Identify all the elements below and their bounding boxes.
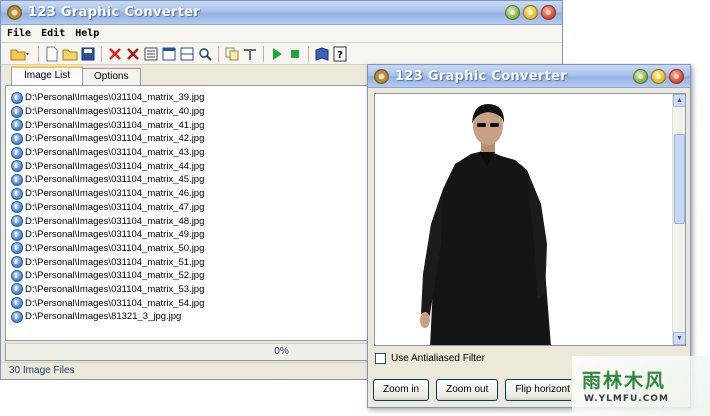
app-logo-icon <box>7 5 22 20</box>
help-icon[interactable]: ? <box>332 46 348 62</box>
file-path: D:\Personal\Images\031104_matrix_47.jpg <box>25 201 205 213</box>
menu-help[interactable]: Help <box>75 28 99 39</box>
file-path: D:\Personal\Images\031104_matrix_41.jpg <box>25 119 205 131</box>
preview-maximize-button[interactable] <box>651 69 666 84</box>
stop-icon[interactable] <box>287 46 303 62</box>
file-path: D:\Personal\Images\031104_matrix_50.jpg <box>25 242 205 254</box>
book-icon[interactable] <box>314 46 330 62</box>
image-file-icon <box>11 283 23 296</box>
file-path: D:\Personal\Images\031104_matrix_44.jpg <box>25 160 205 172</box>
tab-options[interactable]: Options <box>81 68 142 85</box>
file-path: D:\Personal\Images\81321_3_jpg.jpg <box>25 311 182 323</box>
file-path: D:\Personal\Images\031104_matrix_52.jpg <box>25 270 205 282</box>
play-icon[interactable] <box>269 46 285 62</box>
svg-text:?: ? <box>337 50 343 61</box>
image-preview: ▲ ▼ <box>374 93 686 346</box>
file-path: D:\Personal\Images\031104_matrix_45.jpg <box>25 174 205 186</box>
tools-icon[interactable] <box>242 46 258 62</box>
image-file-icon <box>11 187 23 200</box>
minimize-button[interactable] <box>505 5 520 20</box>
new-file-icon[interactable] <box>44 46 60 62</box>
zoom-icon[interactable] <box>197 46 213 62</box>
image-file-icon <box>11 119 23 132</box>
list-view-icon[interactable] <box>143 46 159 62</box>
image-file-icon <box>11 242 23 255</box>
status-text: 30 Image Files <box>9 365 75 376</box>
site-watermark: 雨林木风 W.YLMFU.COM <box>572 356 710 416</box>
file-path: D:\Personal\Images\031104_matrix_43.jpg <box>25 147 205 159</box>
scroll-down-icon[interactable]: ▼ <box>673 332 685 345</box>
file-path: D:\Personal\Images\031104_matrix_49.jpg <box>25 229 205 241</box>
image-file-icon <box>11 91 23 104</box>
file-path: D:\Personal\Images\031104_matrix_48.jpg <box>25 215 205 227</box>
app-logo-icon <box>374 69 389 84</box>
image-file-icon <box>11 105 23 118</box>
toolbar: ? <box>1 43 562 65</box>
remove-icon[interactable] <box>107 46 123 62</box>
zoom-in-button[interactable]: Zoom in <box>373 379 430 401</box>
toolbar-separator <box>308 45 309 62</box>
image-file-icon <box>11 228 23 241</box>
toolbar-separator <box>101 45 102 62</box>
file-path: D:\Personal\Images\031104_matrix_54.jpg <box>25 297 205 309</box>
toolbar-separator <box>218 45 219 62</box>
file-path: D:\Personal\Images\031104_matrix_51.jpg <box>25 256 205 268</box>
toolbar-separator <box>263 45 264 62</box>
scroll-up-icon[interactable]: ▲ <box>673 94 685 107</box>
main-titlebar[interactable]: 123 Graphic Converter <box>1 1 562 25</box>
open-icon[interactable] <box>62 46 78 62</box>
zoom-out-button[interactable]: Zoom out <box>436 379 499 401</box>
maximize-button[interactable] <box>523 5 538 20</box>
watermark-url: W.YLMFU.COM <box>584 394 669 404</box>
menu-file[interactable]: File <box>7 28 31 39</box>
file-path: D:\Personal\Images\031104_matrix_53.jpg <box>25 283 205 295</box>
close-button[interactable] <box>541 5 556 20</box>
image-file-icon <box>11 132 23 145</box>
antialias-checkbox[interactable] <box>375 353 386 364</box>
scroll-thumb[interactable] <box>674 134 685 224</box>
preview-titlebar[interactable]: 123 Graphic Converter <box>368 65 690 88</box>
image-file-icon <box>11 160 23 173</box>
image-file-icon <box>11 269 23 282</box>
image-file-icon <box>11 297 23 310</box>
preview-close-button[interactable] <box>669 69 684 84</box>
image-file-icon <box>11 215 23 228</box>
file-path: D:\Personal\Images\031104_matrix_46.jpg <box>25 188 205 200</box>
preview-window-title: 123 Graphic Converter <box>395 69 567 84</box>
toolbar-separator <box>38 45 39 62</box>
open-folder-icon[interactable] <box>9 46 33 62</box>
antialias-option[interactable]: Use Antialiased Filter <box>375 353 485 364</box>
file-path: D:\Personal\Images\031104_matrix_40.jpg <box>25 106 205 118</box>
image-file-icon <box>11 146 23 159</box>
file-path: D:\Personal\Images\031104_matrix_39.jpg <box>25 92 205 104</box>
image-file-icon <box>11 173 23 186</box>
window-icon[interactable] <box>161 46 177 62</box>
split-view-icon[interactable] <box>179 46 195 62</box>
file-path: D:\Personal\Images\031104_matrix_42.jpg <box>25 133 205 145</box>
image-file-icon <box>11 256 23 269</box>
remove-all-icon[interactable] <box>125 46 141 62</box>
watermark-text: 雨林木风 <box>582 370 667 392</box>
image-file-icon <box>11 201 23 214</box>
menu-bar: File Edit Help <box>1 25 562 43</box>
save-icon[interactable] <box>80 46 96 62</box>
image-file-icon <box>11 310 23 323</box>
copy-icon[interactable] <box>224 46 240 62</box>
preview-minimize-button[interactable] <box>633 69 648 84</box>
main-window-title: 123 Graphic Converter <box>28 5 200 20</box>
tab-image-list[interactable]: Image List <box>11 66 84 85</box>
preview-image <box>420 104 551 345</box>
preview-vertical-scrollbar[interactable]: ▲ ▼ <box>672 94 685 345</box>
flip-horizontal-button[interactable]: Flip horizont <box>505 379 572 401</box>
antialias-label: Use Antialiased Filter <box>391 353 485 364</box>
menu-edit[interactable]: Edit <box>41 28 65 39</box>
